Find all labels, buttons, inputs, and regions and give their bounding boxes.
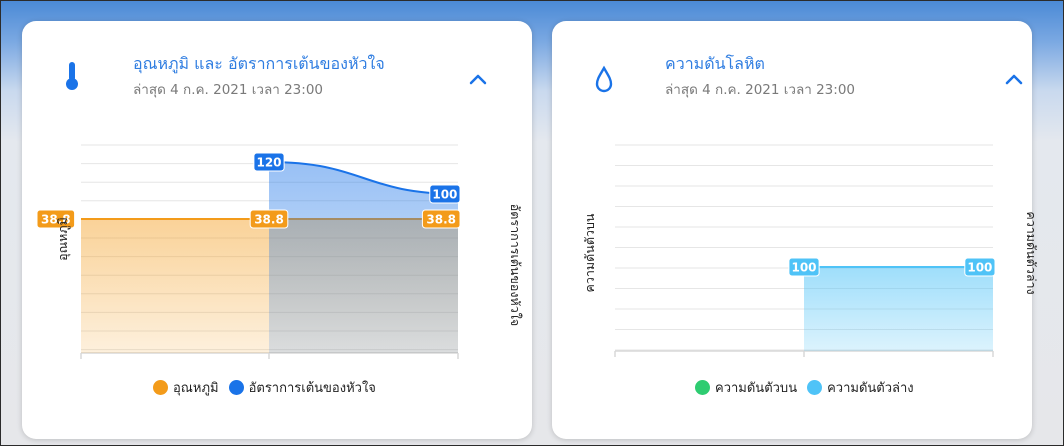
- data-label-text: 100: [967, 261, 992, 275]
- legend-label: อัตราการเต้นของหัวใจ: [248, 381, 376, 396]
- blood-pressure-card: ความดันโลหิต ล่าสุด 4 ก.ค. 2021 เวลา 23:…: [552, 21, 1039, 439]
- legend-item-systolic[interactable]: ความดันตัวบน: [695, 377, 797, 398]
- legend-item-heartrate[interactable]: อัตราการเต้นของหัวใจ: [228, 377, 376, 398]
- dashboard-background: อุณหภูมิ และ อัตราการเต้นของหัวใจ ล่าสุด…: [0, 0, 1064, 446]
- data-label: 100: [429, 184, 461, 204]
- legend-dot-orange: [153, 380, 168, 395]
- data-label-text: 100: [432, 188, 457, 202]
- data-label: 100: [964, 257, 996, 277]
- legend-label: ความดันตัวบน: [715, 381, 798, 396]
- y-axis-label-left: อุณหภูมิ: [55, 217, 70, 261]
- legend-dot-green: [695, 380, 710, 395]
- chart-legend: อุณหภูมิ อัตราการเต้นของหัวใจ: [153, 377, 376, 398]
- data-label-text: 38.8: [426, 213, 456, 227]
- chart-legend: ความดันตัวบน ความดันตัวล่าง: [695, 377, 914, 398]
- y-axis-label-left: ความดันตัวบน: [582, 213, 597, 293]
- legend-dot-lightblue: [807, 380, 823, 395]
- series-area: [804, 267, 993, 351]
- data-label: 38.8: [249, 209, 289, 229]
- y-axis-label-right: อัตราการเต้นของหัวใจ: [508, 203, 523, 327]
- data-label-text: 120: [256, 156, 281, 170]
- legend-item-diastolic[interactable]: ความดันตัวล่าง: [807, 377, 914, 398]
- temperature-heartrate-card: อุณหภูมิ และ อัตราการเต้นของหัวใจ ล่าสุด…: [22, 21, 532, 439]
- legend-label: ความดันตัวล่าง: [827, 381, 914, 396]
- data-label: 100: [788, 257, 820, 277]
- data-label: 38.8: [421, 209, 461, 229]
- data-label-text: 100: [791, 261, 816, 275]
- y-axis-label-right: ความดันตัวล่าง: [1024, 211, 1039, 295]
- data-label: 120: [253, 152, 285, 172]
- legend-label: อุณหภูมิ: [173, 381, 219, 396]
- legend-item-temperature[interactable]: อุณหภูมิ: [153, 377, 219, 398]
- legend-dot-blue: [228, 380, 244, 395]
- data-label-text: 38.8: [254, 213, 284, 227]
